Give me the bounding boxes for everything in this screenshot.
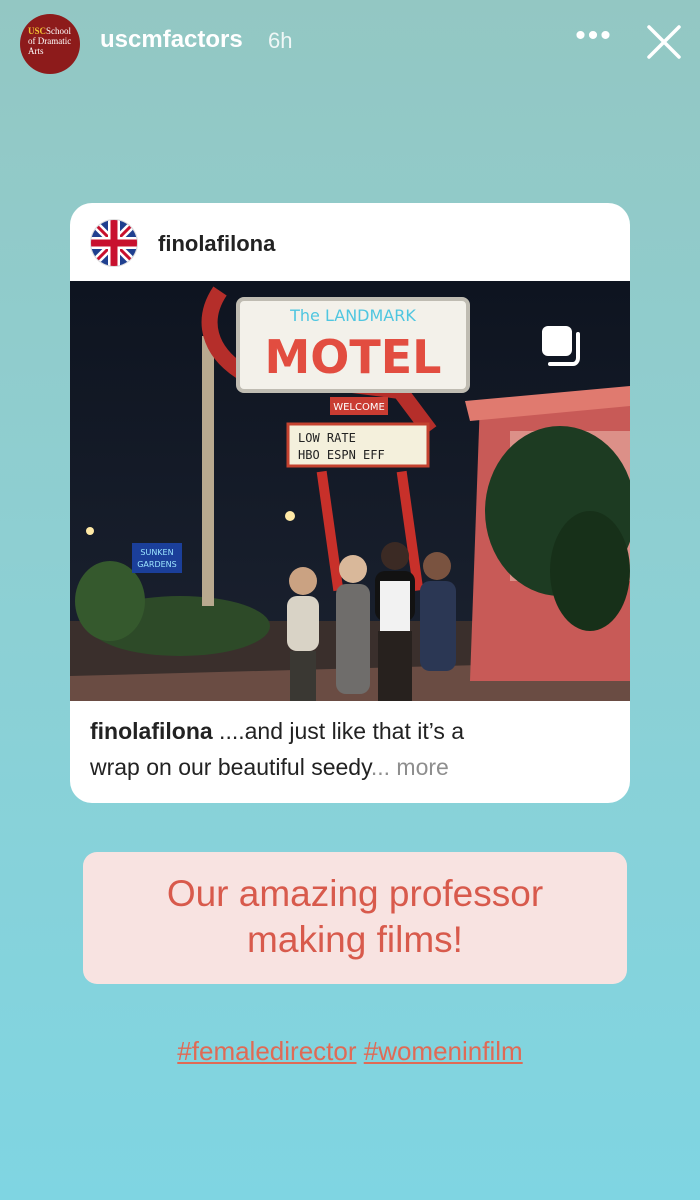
carousel-icon <box>542 326 580 366</box>
caption-text-line-1: ....and just like that it’s a <box>212 718 465 744</box>
sticker-line-2: making films! <box>247 919 463 960</box>
shared-post-card[interactable]: finolafilona The LANDMARK MOTEL WELCOME … <box>70 203 630 803</box>
hashtags: #femaledirector #womeninfilm <box>0 1036 700 1067</box>
post-caption[interactable]: finolafilona ....and just like that it’s… <box>90 713 610 785</box>
sign-motel-text: MOTEL <box>265 330 442 384</box>
caption-text-line-2: wrap on our beautiful seedy <box>90 754 371 780</box>
marquee-line-2: HBO ESPN EFF <box>298 448 385 462</box>
post-username[interactable]: finolafilona <box>158 231 275 257</box>
gardens-text-1: SUNKEN <box>140 548 173 557</box>
caption-username[interactable]: finolafilona <box>90 718 213 744</box>
avatar-school-text: School <box>46 26 72 36</box>
hashtag-femaledirector[interactable]: #femaledirector <box>177 1036 356 1066</box>
story-header: USCSchool of Dramatic Arts uscmfactors 6… <box>0 0 700 90</box>
caption-more-link[interactable]: ... more <box>371 754 449 780</box>
marquee-line-1: LOW RATE <box>298 431 356 445</box>
close-icon[interactable] <box>640 18 688 66</box>
gardens-text-2: GARDENS <box>137 560 177 569</box>
hashtag-womeninfilm[interactable]: #womeninfilm <box>364 1036 523 1066</box>
sticker-line-1: Our amazing professor <box>166 873 544 914</box>
story-username[interactable]: uscmfactors <box>100 26 243 54</box>
avatar-usc-text: USC <box>28 26 47 36</box>
post-header: finolafilona <box>70 203 630 281</box>
avatar[interactable]: USCSchool of Dramatic Arts <box>20 14 80 74</box>
avatar-dramatic-arts-text: of Dramatic Arts <box>28 36 72 56</box>
post-photo[interactable]: The LANDMARK MOTEL WELCOME LOW RATE HBO … <box>70 281 630 701</box>
more-horizontal-icon[interactable]: ••• <box>574 21 614 58</box>
union-jack-flag-icon[interactable] <box>90 219 138 267</box>
sign-welcome-text: WELCOME <box>333 402 385 413</box>
sign-landmark-text: The LANDMARK <box>289 306 416 325</box>
text-sticker: Our amazing professor making films! <box>83 852 627 984</box>
story-time: 6h <box>268 28 293 53</box>
